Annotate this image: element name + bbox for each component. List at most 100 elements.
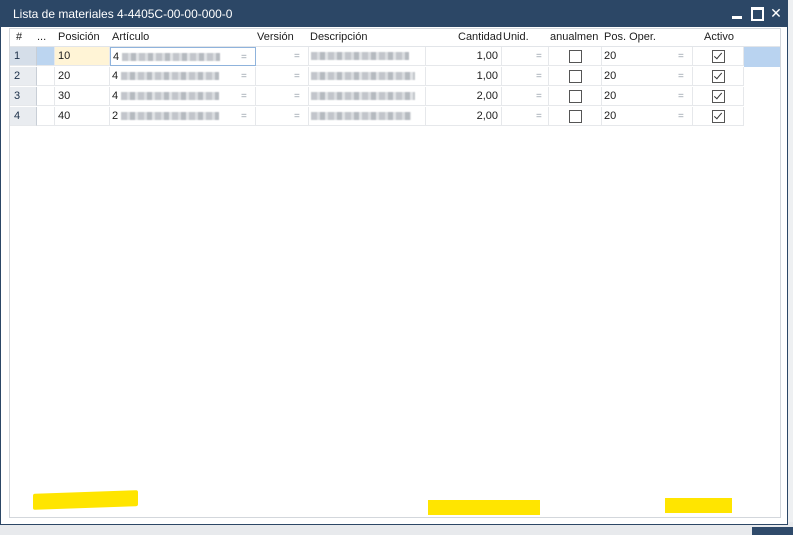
row-indicator[interactable] bbox=[37, 47, 55, 66]
col-header-quantity[interactable]: Cantidad bbox=[458, 29, 502, 46]
active-checkbox[interactable] bbox=[712, 50, 725, 63]
article-redacted bbox=[121, 92, 220, 101]
link-arrow-icon[interactable]: = bbox=[294, 107, 300, 125]
link-arrow-icon[interactable]: = bbox=[241, 87, 247, 105]
pos-oper-value: 20 bbox=[604, 110, 617, 122]
position-cell[interactable]: 20 bbox=[55, 67, 110, 86]
pos-oper-cell[interactable]: 20 = bbox=[602, 87, 693, 106]
link-arrow-icon[interactable]: = bbox=[678, 67, 684, 85]
row-indicator[interactable] bbox=[37, 67, 55, 86]
window-title: Lista de materiales 4-4405C-00-00-000-0 bbox=[13, 7, 233, 21]
minimize-icon bbox=[732, 16, 742, 19]
col-header-number[interactable]: # bbox=[16, 29, 22, 46]
description-cell[interactable] bbox=[309, 47, 426, 66]
row-selection-highlight bbox=[744, 47, 780, 67]
highlight-mark-left bbox=[33, 490, 138, 510]
row-number[interactable]: 1 bbox=[10, 47, 37, 66]
article-cell[interactable]: 2 = bbox=[110, 107, 256, 126]
bom-window: Lista de materiales 4-4405C-00-00-000-0 … bbox=[0, 0, 788, 525]
quantity-cell[interactable]: 1,00 bbox=[426, 47, 502, 66]
table-row[interactable]: 1 10 4 = = 1,00 = 20 = bbox=[10, 47, 780, 67]
minimize-button[interactable] bbox=[727, 3, 747, 23]
link-arrow-icon[interactable]: = bbox=[678, 47, 684, 65]
row-number[interactable]: 3 bbox=[10, 87, 37, 106]
close-icon: ✕ bbox=[770, 5, 782, 21]
version-cell[interactable]: = bbox=[256, 107, 309, 126]
col-header-unit[interactable]: Unid. bbox=[503, 29, 529, 46]
active-cell bbox=[693, 67, 744, 86]
link-arrow-icon[interactable]: = bbox=[678, 107, 684, 125]
unit-cell[interactable]: = bbox=[502, 107, 549, 126]
row-indicator[interactable] bbox=[37, 87, 55, 106]
link-arrow-icon[interactable]: = bbox=[294, 87, 300, 105]
close-button[interactable]: ✕ bbox=[766, 3, 786, 23]
version-cell[interactable]: = bbox=[256, 87, 309, 106]
link-arrow-icon[interactable]: = bbox=[536, 47, 542, 65]
table-row[interactable]: 2 20 4 = = 1,00 = 20 = bbox=[10, 67, 780, 87]
link-arrow-icon[interactable]: = bbox=[678, 87, 684, 105]
maximize-button[interactable] bbox=[747, 3, 767, 23]
active-cell bbox=[693, 107, 744, 126]
col-header-active[interactable]: Activo bbox=[704, 29, 734, 46]
description-redacted bbox=[311, 72, 415, 81]
grid-header: # ... Posición Artículo Versión Descripc… bbox=[10, 29, 780, 47]
manual-checkbox[interactable] bbox=[569, 110, 582, 123]
link-arrow-icon[interactable]: = bbox=[294, 47, 300, 65]
manual-cell bbox=[549, 107, 602, 126]
table-row[interactable]: 4 40 2 = = 2,00 = 20 = bbox=[10, 107, 780, 127]
pos-oper-value: 20 bbox=[604, 70, 617, 82]
active-cell bbox=[693, 47, 744, 66]
description-cell[interactable] bbox=[309, 107, 426, 126]
link-arrow-icon[interactable]: = bbox=[241, 107, 247, 125]
quantity-cell[interactable]: 2,00 bbox=[426, 107, 502, 126]
position-cell[interactable]: 10 bbox=[55, 47, 110, 66]
link-arrow-icon[interactable]: = bbox=[294, 67, 300, 85]
description-cell[interactable] bbox=[309, 67, 426, 86]
pos-oper-cell[interactable]: 20 = bbox=[602, 107, 693, 126]
version-cell[interactable]: = bbox=[256, 47, 309, 66]
manual-checkbox[interactable] bbox=[569, 70, 582, 83]
col-header-position[interactable]: Posición bbox=[58, 29, 100, 46]
manual-cell bbox=[549, 67, 602, 86]
col-header-description[interactable]: Descripción bbox=[310, 29, 367, 46]
unit-cell[interactable]: = bbox=[502, 47, 549, 66]
article-cell[interactable]: 4 = bbox=[110, 87, 256, 106]
description-redacted bbox=[311, 112, 411, 121]
unit-cell[interactable]: = bbox=[502, 87, 549, 106]
unit-cell[interactable]: = bbox=[502, 67, 549, 86]
active-checkbox[interactable] bbox=[712, 70, 725, 83]
description-cell[interactable] bbox=[309, 87, 426, 106]
table-row[interactable]: 3 30 4 = = 2,00 = 20 = bbox=[10, 87, 780, 107]
active-checkbox[interactable] bbox=[712, 90, 725, 103]
quantity-cell[interactable]: 1,00 bbox=[426, 67, 502, 86]
link-arrow-icon[interactable]: = bbox=[536, 67, 542, 85]
pos-oper-cell[interactable]: 20 = bbox=[602, 67, 693, 86]
article-cell[interactable]: 4 = bbox=[110, 67, 256, 86]
article-redacted bbox=[121, 72, 220, 81]
row-number[interactable]: 2 bbox=[10, 67, 37, 86]
row-indicator[interactable] bbox=[37, 107, 55, 126]
col-header-article[interactable]: Artículo bbox=[112, 29, 149, 46]
version-cell[interactable]: = bbox=[256, 67, 309, 86]
quantity-cell[interactable]: 2,00 bbox=[426, 87, 502, 106]
link-arrow-icon[interactable]: = bbox=[536, 87, 542, 105]
article-cell[interactable]: 4 = bbox=[110, 47, 256, 66]
manual-checkbox[interactable] bbox=[569, 50, 582, 63]
col-header-manual[interactable]: anualmen bbox=[550, 29, 602, 46]
col-header-pos-oper[interactable]: Pos. Oper. bbox=[604, 29, 656, 46]
title-bar[interactable]: Lista de materiales 4-4405C-00-00-000-0 … bbox=[1, 1, 787, 27]
bom-grid: # ... Posición Artículo Versión Descripc… bbox=[9, 28, 781, 518]
position-cell[interactable]: 40 bbox=[55, 107, 110, 126]
row-number[interactable]: 4 bbox=[10, 107, 37, 126]
link-arrow-icon[interactable]: = bbox=[241, 48, 247, 65]
link-arrow-icon[interactable]: = bbox=[241, 67, 247, 85]
col-header-dots[interactable]: ... bbox=[37, 29, 46, 46]
col-header-version[interactable]: Versión bbox=[257, 29, 294, 46]
pos-oper-cell[interactable]: 20 = bbox=[602, 47, 693, 66]
link-arrow-icon[interactable]: = bbox=[536, 107, 542, 125]
manual-checkbox[interactable] bbox=[569, 90, 582, 103]
pos-oper-value: 20 bbox=[604, 90, 617, 102]
article-prefix: 4 bbox=[113, 51, 120, 63]
position-cell[interactable]: 30 bbox=[55, 87, 110, 106]
active-checkbox[interactable] bbox=[712, 110, 725, 123]
